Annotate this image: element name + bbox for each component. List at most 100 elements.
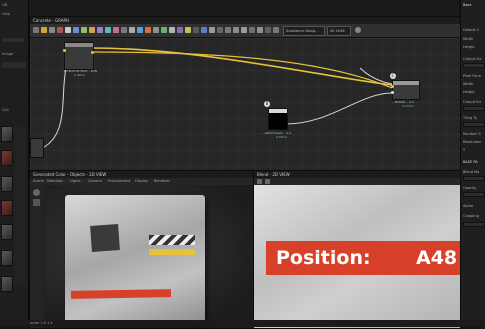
- pixel-processor-icon[interactable]: [185, 27, 191, 33]
- yellow-label: [149, 249, 195, 255]
- engine-dropdown-label: Substance Desig...: [286, 29, 319, 33]
- levels-icon[interactable]: [81, 27, 87, 33]
- gradient-icon[interactable]: [113, 27, 119, 33]
- frame-icon[interactable]: [41, 27, 47, 33]
- filter-icon[interactable]: [145, 27, 151, 33]
- warp-icon[interactable]: [105, 27, 111, 33]
- property-label: Output Siz: [463, 57, 482, 61]
- left-panel-item[interactable]: Image: [2, 52, 13, 56]
- library-thumbnail[interactable]: [1, 150, 13, 166]
- output-edit-field[interactable]: [463, 106, 485, 111]
- dots-icon[interactable]: [225, 27, 231, 33]
- left-panel: LIB Help Image Cell: [0, 0, 29, 327]
- node-input-port[interactable]: [391, 91, 394, 94]
- node-badge: B: [264, 101, 270, 107]
- wire-yellow: [91, 47, 393, 86]
- menu-materials[interactable]: Materials: [47, 178, 63, 185]
- bitmap-node[interactable]: [63, 42, 94, 70]
- input-icon[interactable]: [169, 27, 175, 33]
- curve-icon[interactable]: [89, 27, 95, 33]
- status-text: order 2.0.1 ▾: [30, 321, 53, 325]
- engine-dropdown[interactable]: Substance Desig...: [283, 26, 325, 36]
- library-thumbnail[interactable]: [1, 126, 13, 142]
- properties-panel: Base Default C Width Height Output Siz P…: [460, 0, 485, 327]
- offscreen-node[interactable]: [30, 138, 44, 158]
- zoom-icon[interactable]: [257, 27, 263, 33]
- view-3d-title-bar: Generated Color - Objects - 3D VIEW: [30, 171, 253, 178]
- graph-window: Concrete - GRAPH Substance Desig... 4K 2…: [29, 16, 461, 171]
- status-bar: order 2.0.1 ▾: [0, 320, 485, 327]
- settings-icon[interactable]: [273, 27, 279, 33]
- output-size-field[interactable]: [463, 63, 485, 68]
- svg-icon[interactable]: [201, 27, 207, 33]
- section-header[interactable]: BASE PA: [463, 160, 478, 164]
- library-thumbnail[interactable]: [1, 276, 13, 292]
- left-panel-item[interactable]: Cell: [2, 108, 9, 112]
- more-icon[interactable]: [217, 27, 223, 33]
- menu-renderer[interactable]: Renderer: [154, 178, 170, 185]
- normal-icon[interactable]: [137, 27, 143, 33]
- channel-icon[interactable]: [265, 179, 270, 184]
- refresh-icon[interactable]: [355, 27, 361, 33]
- text-icon[interactable]: [209, 27, 215, 33]
- property-label: Cropping: [463, 214, 479, 218]
- menu-display[interactable]: Display: [135, 178, 148, 185]
- left-search-input[interactable]: [2, 38, 24, 42]
- light-icon[interactable]: [33, 189, 40, 196]
- opacity-slider[interactable]: [463, 192, 485, 197]
- left-panel-item[interactable]: Help: [2, 12, 10, 16]
- left-panel-row[interactable]: [2, 62, 26, 68]
- property-label: Height: [463, 45, 475, 49]
- bitmap-icon[interactable]: [193, 27, 199, 33]
- library-thumbnail[interactable]: [1, 200, 13, 216]
- pattern-icon[interactable]: [129, 27, 135, 33]
- atomic-node-icon[interactable]: [57, 27, 63, 33]
- node-output-port[interactable]: [91, 51, 94, 54]
- cropping-field[interactable]: [463, 222, 485, 227]
- node-input-port[interactable]: [391, 85, 394, 88]
- menu-environment[interactable]: Environment: [108, 178, 130, 185]
- view-2d-canvas[interactable]: Position: A48: [254, 185, 460, 328]
- resolution-dropdown[interactable]: 4K 2048: [327, 26, 351, 36]
- wire-white: [285, 92, 393, 125]
- output-icon[interactable]: [161, 27, 167, 33]
- function-icon[interactable]: [153, 27, 159, 33]
- property-label: Random S: [463, 132, 481, 136]
- view-2d-title: Blend - 2D VIEW: [257, 172, 290, 177]
- select-tool-icon[interactable]: [33, 27, 39, 33]
- uniform-color-icon[interactable]: [65, 27, 71, 33]
- view-3d-menu: Scene Materials Lights Camera Environmen…: [30, 178, 253, 185]
- snap-icon[interactable]: [249, 27, 255, 33]
- position-banner: Position: A48: [266, 241, 460, 275]
- graph-canvas[interactable]: BITMAP-BITMAP... 8UN 0.09ms B ...GRAYSCA…: [30, 38, 460, 170]
- position-number: A48: [416, 247, 458, 269]
- property-label: Output Ed: [463, 100, 481, 104]
- library-thumbnail[interactable]: [1, 250, 13, 266]
- fit-view-icon[interactable]: [257, 179, 262, 184]
- transform-icon[interactable]: [97, 27, 103, 33]
- library-thumbnail[interactable]: [1, 224, 13, 240]
- view-3d-canvas[interactable]: [45, 185, 253, 328]
- left-panel-item[interactable]: LIB: [2, 3, 7, 7]
- align-icon[interactable]: [241, 27, 247, 33]
- tiling-field[interactable]: [463, 122, 485, 127]
- properties-title: Base: [463, 3, 472, 7]
- noise-icon[interactable]: [121, 27, 127, 33]
- library-thumbnail[interactable]: [1, 176, 13, 192]
- blend-node[interactable]: [391, 80, 420, 100]
- grayscale-node[interactable]: [268, 108, 288, 130]
- blend-mode-field[interactable]: [463, 176, 485, 181]
- view-2d-panel: Blend - 2D VIEW Position: A48: [253, 170, 461, 329]
- fx-map-icon[interactable]: [177, 27, 183, 33]
- menu-scene[interactable]: Scene: [33, 178, 44, 185]
- menu-lights[interactable]: Lights: [70, 178, 81, 185]
- menu-camera[interactable]: Camera: [88, 178, 102, 185]
- comment-icon[interactable]: [49, 27, 55, 33]
- blend-icon[interactable]: [73, 27, 79, 33]
- stencil-mark: [90, 224, 120, 252]
- grid-icon[interactable]: [233, 27, 239, 33]
- camera-icon[interactable]: [265, 27, 271, 33]
- property-label: Height: [463, 90, 475, 94]
- camera-icon[interactable]: [33, 199, 40, 206]
- node-input-port[interactable]: [63, 49, 66, 52]
